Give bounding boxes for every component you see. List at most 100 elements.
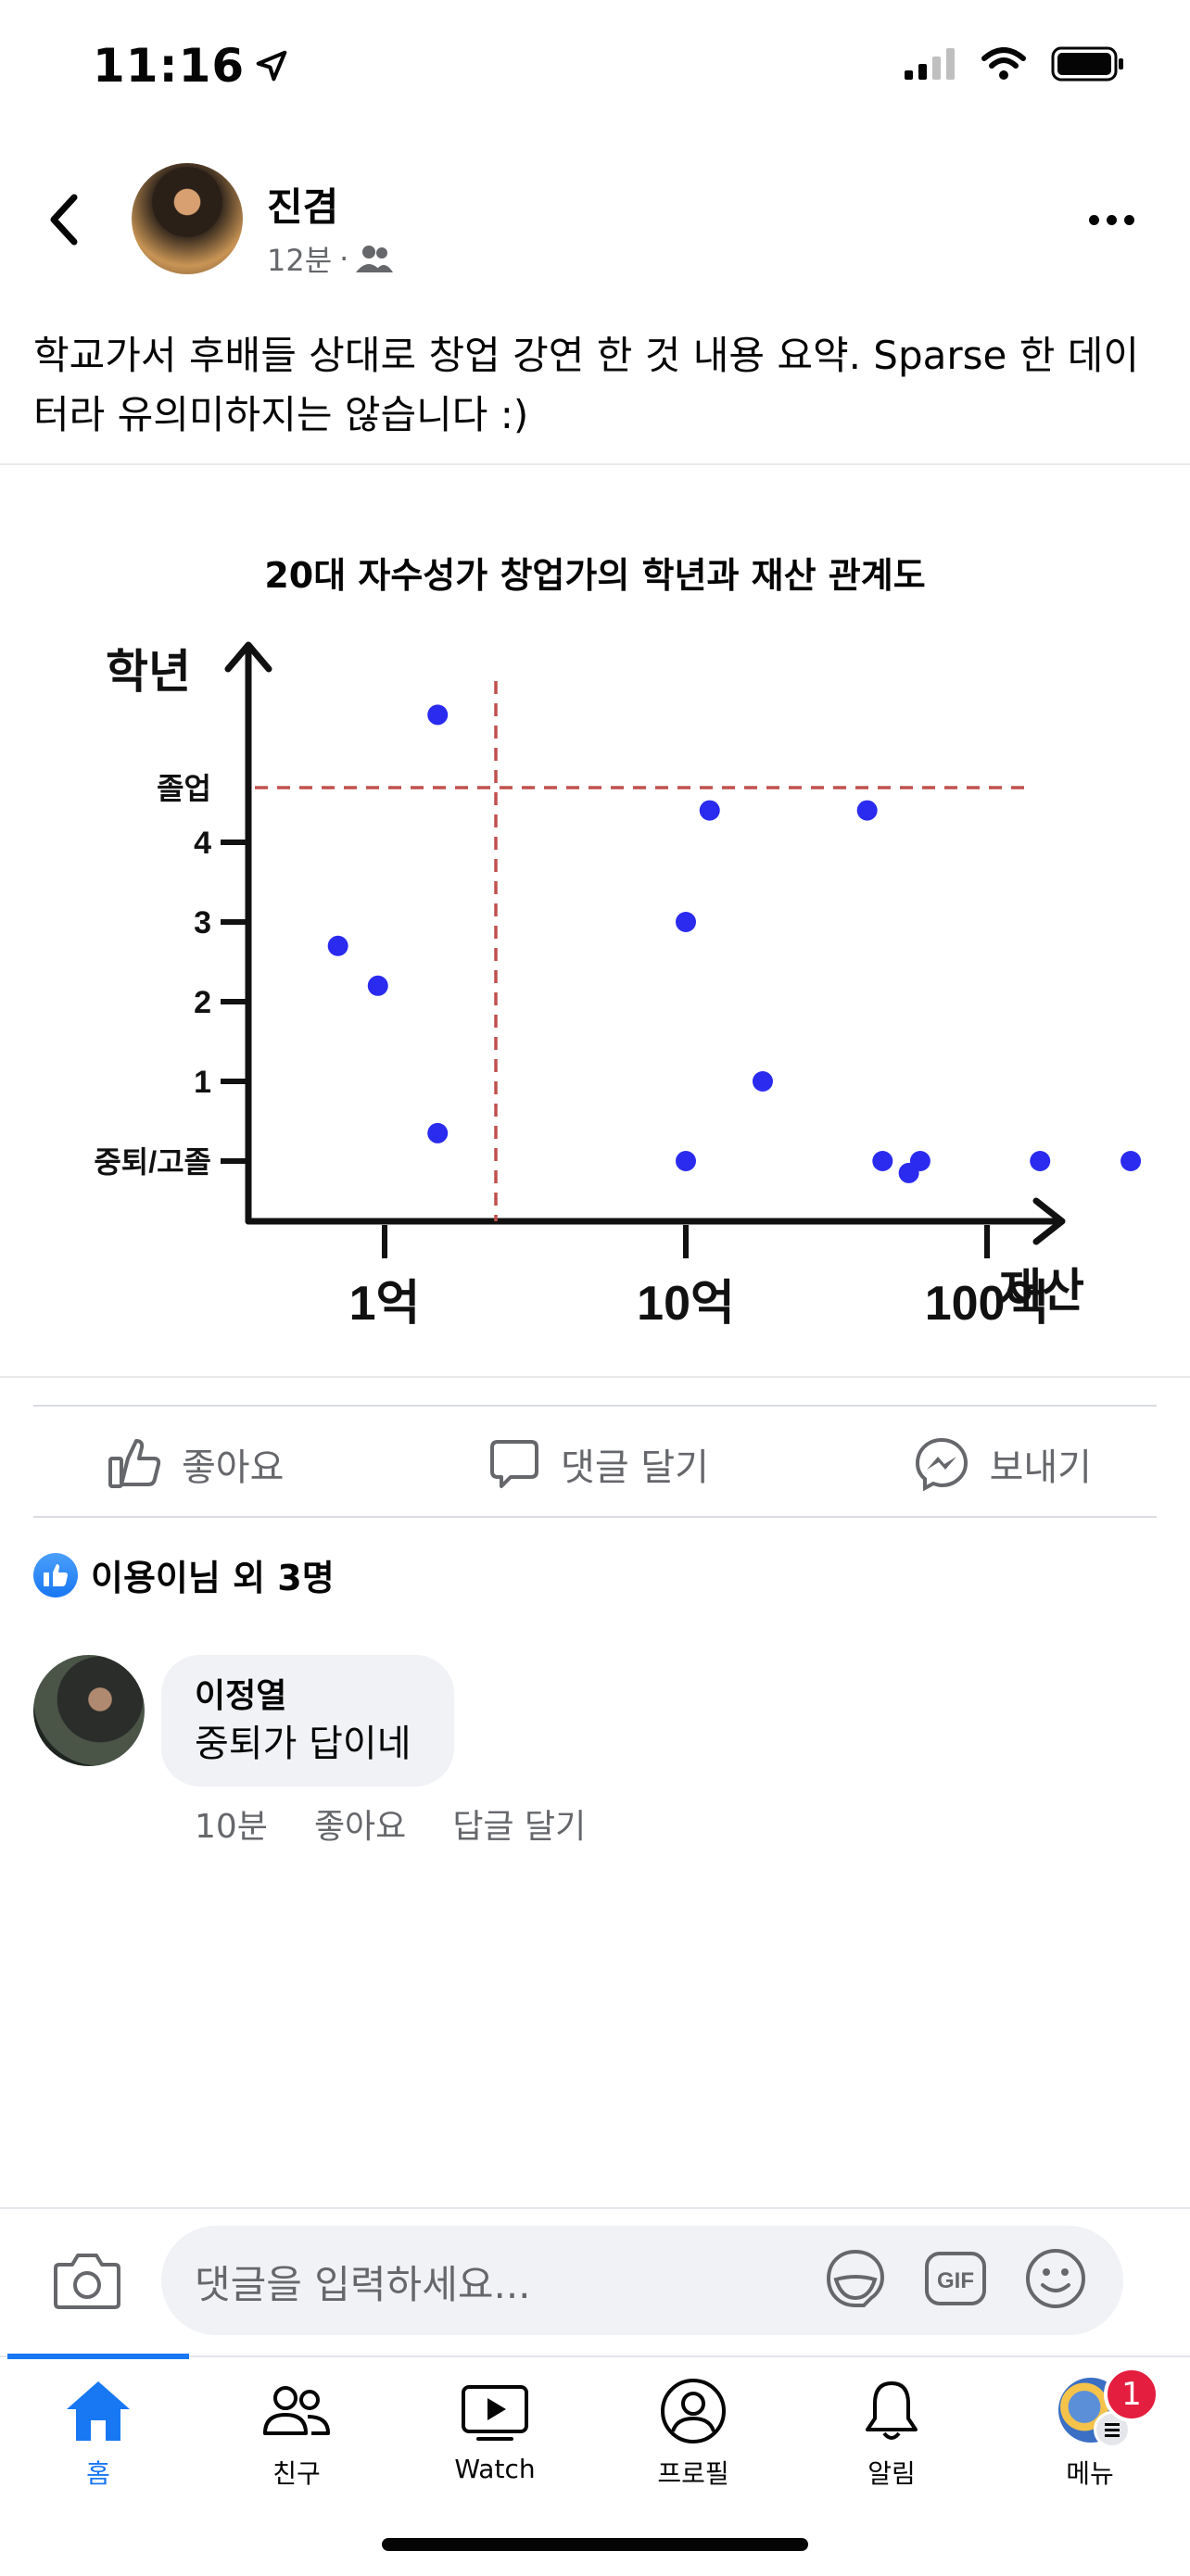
comment-bubble-icon [490, 1440, 539, 1488]
x-tick-label: 1억 [349, 1277, 421, 1331]
tab-home[interactable]: 홈 [6, 2378, 191, 2491]
divider [33, 1516, 1157, 1518]
watch-video-icon [462, 2385, 528, 2441]
tab-notifications-label: 알림 [867, 2458, 916, 2489]
data-point [676, 912, 696, 932]
post-meta: 12분 · [267, 237, 394, 280]
like-button[interactable]: 좋아요 [108, 1437, 284, 1491]
status-time: 11:16 [93, 39, 289, 93]
thumbs-up-icon [108, 1439, 161, 1488]
post-time[interactable]: 12분 [267, 237, 332, 280]
like-label: 좋아요 [182, 1446, 285, 1489]
y-axis-label: 학년 [106, 646, 191, 698]
friends-icon [263, 2386, 330, 2435]
location-arrow-icon [256, 50, 287, 82]
send-button[interactable]: 보내기 [914, 1436, 1092, 1492]
y-tick-label: 2 [194, 985, 211, 1020]
commenter-avatar[interactable] [33, 1655, 145, 1766]
data-point [1120, 1151, 1142, 1171]
chevron-left-icon [50, 194, 78, 246]
commenter-name[interactable]: 이정열 [195, 1675, 421, 1718]
messenger-icon [915, 1437, 968, 1492]
battery-icon [1051, 46, 1123, 82]
post-text: 학교가서 후배들 상대로 창업 강연 한 것 내용 요약. Sparse 한 데… [33, 333, 1139, 437]
chart-axes [224, 641, 1066, 1245]
author-avatar[interactable] [132, 163, 243, 274]
emoji-icon[interactable] [1023, 2246, 1088, 2311]
y-tick-label: 4 [194, 826, 211, 861]
more-options-button[interactable] [1089, 215, 1134, 225]
status-indicators [905, 46, 1125, 82]
data-point [427, 1122, 449, 1143]
y-tick-label: 졸업 [157, 772, 211, 805]
tab-watch-label: Watch [454, 2454, 536, 2484]
comment-bubble[interactable]: 이정열 중퇴가 답이네 [161, 1655, 454, 1787]
chart-reference-lines [255, 681, 1029, 1221]
tab-menu-label: 메뉴 [1066, 2458, 1114, 2489]
reaction-text: 이용이님 외 3명 [91, 1558, 335, 1598]
data-point [856, 800, 878, 821]
comment-label: 댓글 달기 [561, 1446, 709, 1489]
active-tab-indicator [7, 2354, 189, 2359]
home-indicator [382, 2538, 808, 2551]
tab-notifications[interactable]: 알림 [799, 2378, 984, 2491]
chart-points [327, 704, 1142, 1183]
chart-ticks [221, 840, 990, 1258]
comment-input-placeholder: 댓글을 입력하세요... [195, 2262, 531, 2307]
reaction-summary[interactable]: 이용이님 외 3명 [33, 1549, 335, 1600]
notification-badge: 1 [1104, 2367, 1159, 2422]
back-button[interactable] [46, 190, 83, 253]
svg-text:GIF: GIF [937, 2268, 974, 2293]
camera-icon [54, 2254, 120, 2309]
x-tick-label: 10억 [637, 1277, 735, 1331]
wifi-icon [981, 47, 1026, 80]
bell-icon [866, 2381, 918, 2440]
tab-home-label: 홈 [86, 2458, 110, 2489]
scatter-chart: 중퇴/고졸1234졸업1억 10억 100억학년재산 [94, 641, 1142, 1331]
comment-time: 10분 [195, 1808, 268, 1846]
camera-button[interactable] [52, 2252, 122, 2315]
tab-profile[interactable]: 프로필 [601, 2378, 786, 2491]
data-point [872, 1151, 893, 1171]
home-icon [67, 2381, 130, 2441]
author-name[interactable]: 진겸 [267, 176, 338, 233]
comment-button[interactable]: 댓글 달기 [488, 1437, 709, 1491]
sticker-icon[interactable] [823, 2246, 888, 2311]
data-point [909, 1151, 930, 1171]
friends-audience-icon [356, 246, 394, 272]
chart-title: 20대 자수성가 창업가의 학년과 재산 관계도 [264, 555, 926, 596]
tab-watch[interactable]: Watch [402, 2378, 588, 2484]
data-point [676, 1151, 696, 1171]
post-image[interactable]: 중퇴/고졸 1 2 3 4 졸업 1억 10억 100억 학년 재산 [0, 468, 1190, 1376]
comment-like-link[interactable]: 좋아요 [314, 1799, 406, 1848]
clock-text: 11:16 [93, 39, 246, 93]
divider [0, 1376, 1190, 1378]
tab-friends-label: 친구 [272, 2458, 321, 2489]
comment-reply-link[interactable]: 답글 달기 [452, 1799, 586, 1848]
y-tick-label: 중퇴/고졸 [94, 1145, 211, 1179]
data-point [699, 800, 720, 821]
tab-friends[interactable]: 친구 [204, 2378, 389, 2491]
post-actions: 좋아요 댓글 달기 보내기 [33, 1408, 1157, 1520]
divider [33, 1405, 1157, 1407]
gif-icon[interactable]: GIF [923, 2246, 988, 2311]
like-reaction-icon [33, 1552, 78, 1597]
meta-separator: · [339, 241, 349, 276]
comment-text: 중퇴가 답이네 [195, 1723, 411, 1765]
data-point [367, 975, 388, 996]
data-point [1030, 1151, 1051, 1171]
dot [1089, 215, 1099, 225]
profile-icon [661, 2379, 726, 2443]
y-tick-label: 3 [194, 905, 211, 941]
divider [0, 463, 1190, 465]
chart-labels: 중퇴/고졸1234졸업1억 10억 100억학년재산 [94, 646, 1084, 1331]
send-label: 보내기 [989, 1446, 1092, 1489]
comment-meta: 10분 좋아요 답글 달기 [195, 1799, 586, 1848]
cellular-signal-icon [905, 48, 955, 80]
tab-profile-label: 프로필 [657, 2458, 729, 2489]
data-point [327, 935, 348, 956]
y-tick-label: 1 [194, 1065, 211, 1100]
data-point [752, 1071, 773, 1092]
data-point [427, 704, 449, 726]
x-axis-label: 재산 [999, 1265, 1084, 1317]
